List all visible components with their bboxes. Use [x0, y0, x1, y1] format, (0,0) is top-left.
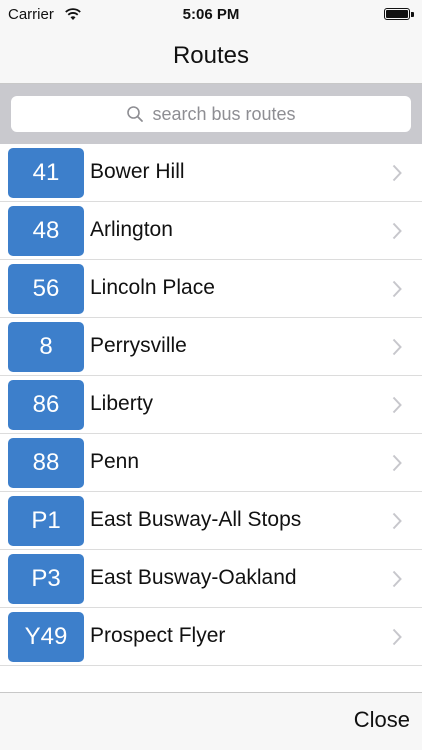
search-placeholder: search bus routes — [152, 103, 296, 124]
route-row[interactable]: 56 Lincoln Place — [0, 260, 422, 318]
route-row[interactable]: P1 East Busway-All Stops — [0, 492, 422, 550]
close-button[interactable]: Close — [354, 707, 410, 733]
route-name: Bower Hill — [90, 160, 185, 183]
chevron-right-icon — [392, 164, 402, 182]
route-number-badge: P3 — [8, 554, 84, 604]
route-row[interactable]: Y49 Prospect Flyer — [0, 608, 422, 666]
route-name: East Busway-Oakland — [90, 566, 297, 589]
chevron-right-icon — [392, 454, 402, 472]
route-number-badge: 8 — [8, 322, 84, 372]
route-row[interactable]: 86 Liberty — [0, 376, 422, 434]
route-number-badge: 88 — [8, 438, 84, 488]
route-row[interactable]: 41 Bower Hill — [0, 144, 422, 202]
route-number-badge: 56 — [8, 264, 84, 314]
chevron-right-icon — [392, 628, 402, 646]
route-name: Arlington — [90, 218, 173, 241]
search-icon — [127, 106, 144, 122]
page-title: Routes — [172, 42, 250, 69]
clock: 5:06 PM — [182, 6, 240, 23]
navigation-bar: Routes — [0, 30, 422, 84]
chevron-right-icon — [392, 338, 402, 356]
route-row[interactable]: P3 East Busway-Oakland — [0, 550, 422, 608]
route-number-badge: P1 — [8, 496, 84, 546]
route-row[interactable]: 48 Arlington — [0, 202, 422, 260]
route-number-badge: Y49 — [8, 612, 84, 662]
status-bar: Carrier 5:06 PM — [0, 0, 422, 30]
route-row[interactable]: 88 Penn — [0, 434, 422, 492]
chevron-right-icon — [392, 396, 402, 414]
route-number-badge: 48 — [8, 206, 84, 256]
route-name: Lincoln Place — [90, 276, 215, 299]
battery-icon — [384, 8, 410, 20]
battery-tip — [411, 12, 414, 17]
chevron-right-icon — [392, 512, 402, 530]
route-row[interactable]: 8 Perrysville — [0, 318, 422, 376]
bottom-toolbar: Close — [0, 692, 422, 750]
route-number-badge: 41 — [8, 148, 84, 198]
chevron-right-icon — [392, 570, 402, 588]
route-list: 41 Bower Hill 48 Arlington 56 Lincoln Pl… — [0, 144, 422, 666]
route-name: Liberty — [90, 392, 154, 415]
search-input[interactable]: search bus routes — [11, 96, 411, 132]
route-name: Prospect Flyer — [90, 624, 226, 647]
route-number-badge: 86 — [8, 380, 84, 430]
chevron-right-icon — [392, 222, 402, 240]
route-name: East Busway-All Stops — [90, 508, 302, 531]
route-name: Perrysville — [90, 334, 187, 357]
chevron-right-icon — [392, 280, 402, 298]
search-bar: search bus routes — [0, 84, 422, 144]
route-name: Penn — [90, 450, 140, 473]
